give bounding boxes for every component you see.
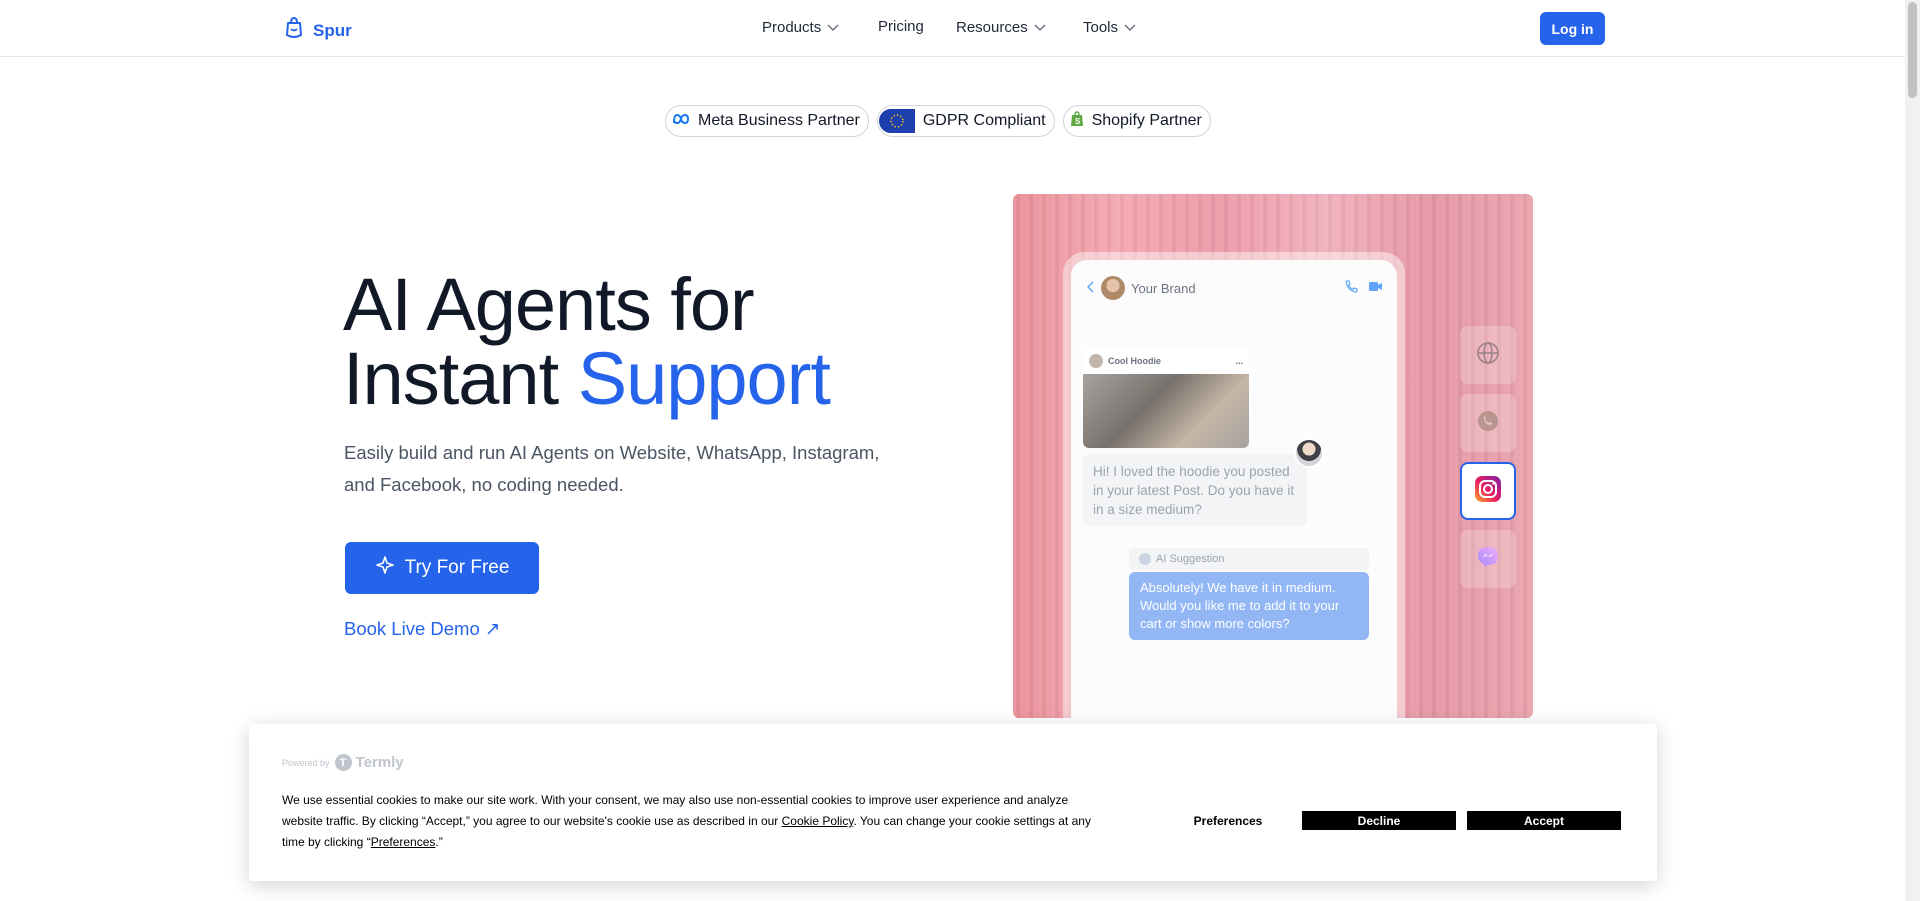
call-actions	[1345, 280, 1383, 296]
brand-avatar	[1101, 276, 1125, 300]
hoodie-image	[1083, 374, 1249, 448]
chevron-down-icon	[1124, 19, 1136, 36]
powered-by-label: Powered by	[282, 757, 330, 768]
cookie-banner: Powered by T Termly We use essential coo…	[249, 724, 1657, 881]
site-header: Spur Products Pricing Resources Tools Lo…	[0, 0, 1905, 57]
chevron-down-icon	[827, 19, 839, 36]
svg-text:S: S	[1075, 117, 1081, 126]
try-for-free-label: Try For Free	[404, 557, 510, 578]
termly-logo-icon: T	[334, 754, 352, 771]
brand-logo[interactable]: Spur	[283, 16, 352, 45]
post-header: Cool Hoodie ...	[1083, 348, 1249, 374]
ai-icon	[1139, 553, 1151, 565]
nav-tools[interactable]: Tools	[1083, 19, 1136, 36]
shopify-partner-badge: S Shopify Partner	[1062, 105, 1211, 137]
gdpr-badge: GDPR Compliant	[876, 105, 1055, 137]
nav-tools-label: Tools	[1083, 19, 1119, 36]
video-icon	[1368, 280, 1383, 296]
nav-pricing-label: Pricing	[878, 18, 924, 35]
phone-mockup: Your Brand Cool Hoodie ... Hi! I loved t…	[1063, 252, 1405, 718]
messenger-icon	[1476, 545, 1500, 574]
hero-title-line2: Instant	[343, 337, 578, 420]
preferences-button[interactable]: Preferences	[1151, 811, 1305, 830]
brand-name: Spur	[313, 20, 352, 40]
channel-whatsapp[interactable]	[1460, 394, 1516, 452]
decline-button[interactable]: Decline	[1302, 811, 1456, 830]
shopify-logo-icon: S	[1070, 110, 1084, 132]
nav-resources[interactable]: Resources	[956, 19, 1046, 36]
instagram-post-card: Cool Hoodie ...	[1083, 348, 1249, 448]
meta-logo-icon	[672, 112, 690, 130]
ai-suggestion-label: AI Suggestion	[1129, 548, 1369, 570]
channel-selector	[1460, 326, 1516, 588]
meta-partner-label: Meta Business Partner	[698, 112, 860, 129]
post-avatar	[1089, 354, 1103, 368]
back-chevron-icon	[1086, 280, 1095, 296]
ai-suggestion-text: AI Suggestion	[1156, 553, 1225, 565]
channel-messenger[interactable]	[1460, 530, 1516, 588]
partner-badges: Meta Business Partner GDPR Compliant S S…	[665, 105, 1211, 137]
nav-pricing[interactable]: Pricing	[878, 18, 924, 35]
user-avatar	[1294, 438, 1324, 468]
hero-subtitle: Easily build and run AI Agents on Websit…	[344, 442, 880, 495]
user-message-bubble: Hi! I loved the hoodie you posted in you…	[1083, 454, 1307, 526]
hero-title-accent: Support	[577, 337, 831, 420]
try-for-free-button[interactable]: Try For Free	[345, 542, 539, 594]
chat-header: Your Brand	[1086, 274, 1383, 302]
chat-screen: Your Brand Cool Hoodie ... Hi! I loved t…	[1071, 260, 1397, 718]
gdpr-label: GDPR Compliant	[922, 112, 1046, 129]
nav-products[interactable]: Products	[762, 19, 839, 36]
book-demo-link[interactable]: Book Live Demo ↗	[344, 618, 500, 640]
globe-icon	[1476, 341, 1500, 370]
cookie-text-part3: .”	[435, 835, 443, 849]
channel-instagram[interactable]	[1460, 462, 1516, 520]
termly-logo[interactable]: T Termly	[334, 754, 404, 771]
accept-button[interactable]: Accept	[1467, 811, 1621, 830]
brand-chat-name: Your Brand	[1131, 280, 1196, 296]
termly-name: Termly	[355, 754, 404, 771]
cookie-message: We use essential cookies to make our sit…	[282, 790, 1102, 853]
whatsapp-icon	[1476, 409, 1500, 438]
chevron-down-icon	[1034, 19, 1046, 36]
phone-icon	[1345, 280, 1358, 296]
scrollbar-thumb[interactable]	[1908, 2, 1917, 98]
shopify-partner-label: Shopify Partner	[1091, 112, 1202, 129]
login-button[interactable]: Log in	[1540, 12, 1605, 45]
nav-products-label: Products	[762, 19, 822, 36]
cookie-policy-link[interactable]: Cookie Policy	[782, 814, 854, 828]
meta-partner-badge: Meta Business Partner	[665, 105, 869, 137]
sparkle-icon	[375, 555, 395, 581]
instagram-icon	[1474, 475, 1502, 508]
hero-title: AI Agents for Instant Support	[343, 268, 831, 416]
post-title: Cool Hoodie	[1108, 356, 1161, 366]
ai-message-bubble: Absolutely! We have it in medium. Would …	[1129, 572, 1369, 640]
preferences-link[interactable]: Preferences	[371, 835, 436, 849]
powered-by: Powered by T Termly	[282, 754, 404, 771]
hero-title-line1: AI Agents for	[343, 263, 755, 346]
spur-logo-icon	[283, 16, 305, 45]
channel-website[interactable]	[1460, 326, 1516, 384]
eu-flag-icon	[878, 109, 915, 133]
more-icon: ...	[1235, 356, 1243, 366]
page-scrollbar[interactable]	[1905, 0, 1920, 901]
nav-resources-label: Resources	[956, 19, 1028, 36]
hero-visual: Your Brand Cool Hoodie ... Hi! I loved t…	[1013, 194, 1533, 718]
